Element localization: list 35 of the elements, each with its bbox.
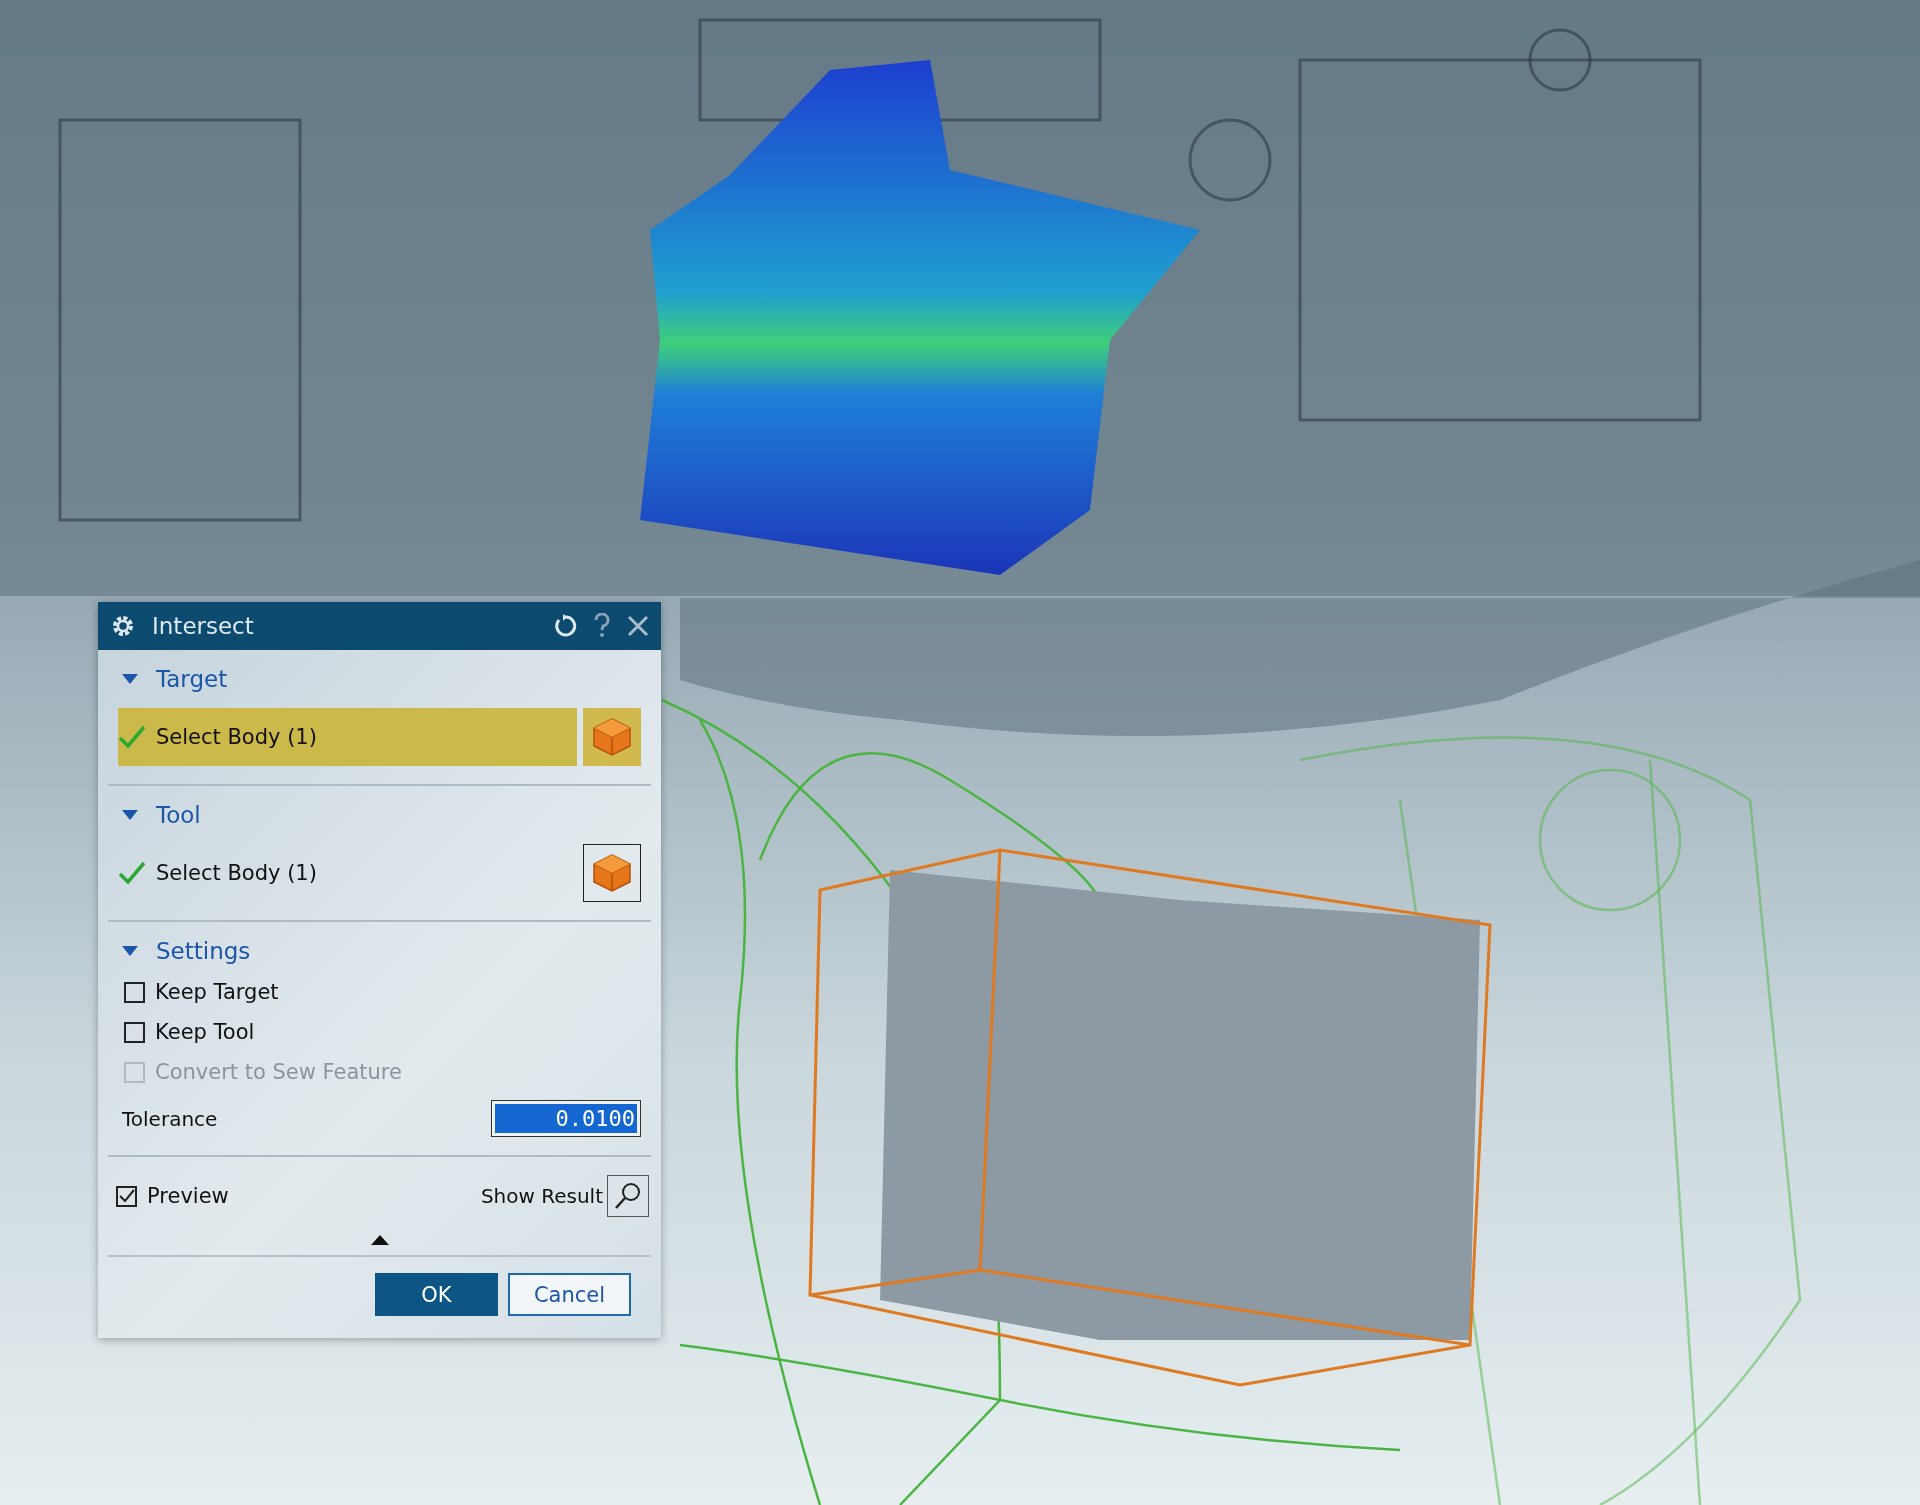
search-icon (613, 1181, 643, 1211)
checkbox-label: Preview (147, 1184, 229, 1208)
reset-button[interactable] (553, 614, 577, 638)
cancel-button[interactable]: Cancel (508, 1273, 631, 1316)
selection-label: Select Body (1) (156, 861, 317, 885)
collapse-arrow-icon (122, 810, 138, 820)
collapse-more-icon[interactable] (370, 1235, 389, 1245)
help-button[interactable] (593, 613, 611, 639)
checkbox-label: Keep Tool (155, 1020, 255, 1044)
collapse-arrow-icon (122, 674, 138, 684)
selection-row[interactable]: Select Body (1) (118, 844, 577, 902)
ok-button[interactable]: OK (375, 1273, 498, 1316)
selection-label: Select Body (1) (156, 725, 317, 749)
section-header[interactable]: Target (118, 662, 641, 692)
tolerance-field[interactable]: 0.0100 (491, 1100, 641, 1137)
collapse-arrow-icon (122, 946, 138, 956)
close-button[interactable] (627, 615, 649, 637)
checkmark-icon (118, 724, 146, 750)
checkbox[interactable] (116, 1185, 137, 1207)
checkbox-label: Convert to Sew Feature (155, 1060, 402, 1084)
tolerance-label: Tolerance (122, 1106, 218, 1131)
dialog-title: Intersect (152, 613, 255, 639)
section-header[interactable]: Tool (118, 798, 641, 828)
select-body-button[interactable] (583, 844, 641, 902)
checkbox[interactable] (124, 1021, 145, 1043)
show-result-label: Show Result (480, 1184, 603, 1208)
selection-row[interactable]: Select Body (1) (118, 708, 577, 766)
section-header[interactable]: Settings (118, 934, 641, 964)
cube-icon (591, 716, 633, 758)
checkbox-label: Keep Target (155, 980, 279, 1004)
settings-icon (110, 613, 136, 639)
checkbox[interactable] (124, 981, 145, 1003)
cube-icon (591, 852, 633, 894)
show-result-button[interactable] (607, 1175, 649, 1217)
checkmark-icon (118, 860, 146, 886)
